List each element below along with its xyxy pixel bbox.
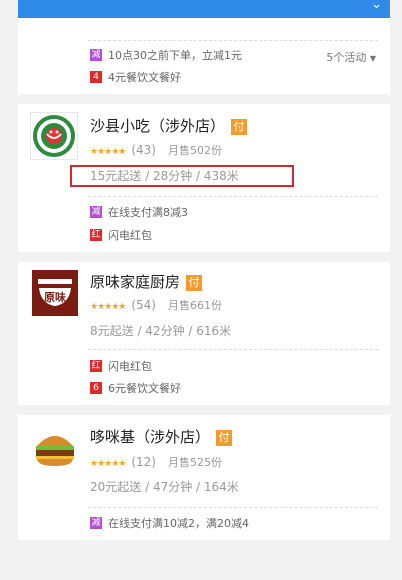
online-pay-badge: 付 — [231, 119, 248, 135]
rating-row: ★★★★★ (43) 月售502份 — [90, 143, 222, 157]
shop-name: 沙县小吃（涉外店） 付 — [90, 116, 248, 136]
section-separator — [18, 94, 390, 104]
promo-text: 在线支付满10减2，满20减4 — [108, 517, 249, 530]
monthly-sales: 月售661份 — [167, 299, 222, 312]
rating-count: (54) — [131, 298, 156, 312]
online-pay-badge: 付 — [186, 275, 203, 291]
promo-item: 减在线支付满8减3 — [90, 206, 188, 219]
shop-name-text: 原味家庭厨房 — [90, 273, 181, 291]
divider — [88, 196, 378, 197]
discount-badge: 减 — [90, 49, 102, 61]
rating-row: ★★★★★ (12) 月售525份 — [90, 455, 222, 469]
red-packet-badge: 红 — [90, 229, 102, 241]
promo-item: 红闪电红包 — [90, 229, 152, 242]
red-packet-badge: 红 — [90, 360, 102, 372]
divider — [88, 349, 378, 350]
highlight-annotation — [70, 165, 294, 187]
discount-badge: 减 — [90, 206, 102, 218]
promo-item: 减 10点30之前下单，立减1元 — [90, 49, 242, 62]
delivery-info: 8元起送 / 42分钟 / 616米 — [90, 324, 232, 338]
promo-text: 闪电红包 — [108, 360, 152, 373]
logo-text: 原味 — [44, 290, 66, 304]
discount-badge: 减 — [90, 517, 102, 529]
online-pay-badge: 付 — [216, 430, 233, 446]
section-separator — [18, 252, 390, 262]
promo-badge: 4 — [90, 71, 102, 83]
shop-name: 原味家庭厨房付 — [90, 272, 203, 292]
promo-text: 闪电红包 — [108, 229, 152, 242]
more-activities-label: 5个活动 — [326, 51, 367, 64]
divider — [88, 40, 378, 41]
promo-text: 6元餐饮文餐好 — [108, 382, 181, 395]
promo-item: 6 6元餐饮文餐好 — [90, 382, 181, 395]
promo-text: 10点30之前下单，立减1元 — [108, 49, 242, 62]
promo-badge: 6 — [90, 382, 102, 394]
rating-count: (12) — [131, 455, 156, 469]
shop-name: 哆咪基（涉外店） 付 — [90, 427, 233, 447]
delivery-info: 20元起送 / 47分钟 / 164米 — [90, 480, 239, 494]
chevron-down-icon[interactable]: ⌄ — [371, 0, 382, 12]
star-rating-icon: ★★★★★ — [90, 459, 126, 469]
promo-item: 4 4元餐饮文餐好 — [90, 71, 181, 84]
monthly-sales: 月售502份 — [167, 144, 222, 157]
section-separator — [18, 405, 390, 415]
star-rating-icon: ★★★★★ — [90, 302, 126, 312]
promo-item: 减在线支付满10减2，满20减4 — [90, 517, 249, 530]
shop-name-text: 沙县小吃（涉外店） — [90, 117, 226, 135]
triangle-down-icon: ▼ — [369, 54, 376, 63]
promo-text: 4元餐饮文餐好 — [108, 71, 181, 84]
divider — [88, 507, 378, 508]
rating-count: (43) — [131, 143, 156, 157]
shop-logo — [29, 111, 79, 161]
monthly-sales: 月售525份 — [167, 456, 222, 469]
shop-name-text: 哆咪基（涉外店） — [90, 428, 211, 446]
rating-row: ★★★★★ (54) 月售661份 — [90, 298, 222, 312]
shop-logo — [32, 424, 80, 472]
more-activities-button[interactable]: 5个活动 ▼ — [326, 49, 376, 65]
promo-text: 在线支付满8减3 — [108, 206, 188, 219]
app-header: ⌄ — [18, 0, 390, 18]
star-rating-icon: ★★★★★ — [90, 147, 126, 157]
shop-logo: 原味 — [32, 270, 80, 318]
promo-item: 红闪电红包 — [90, 360, 152, 373]
